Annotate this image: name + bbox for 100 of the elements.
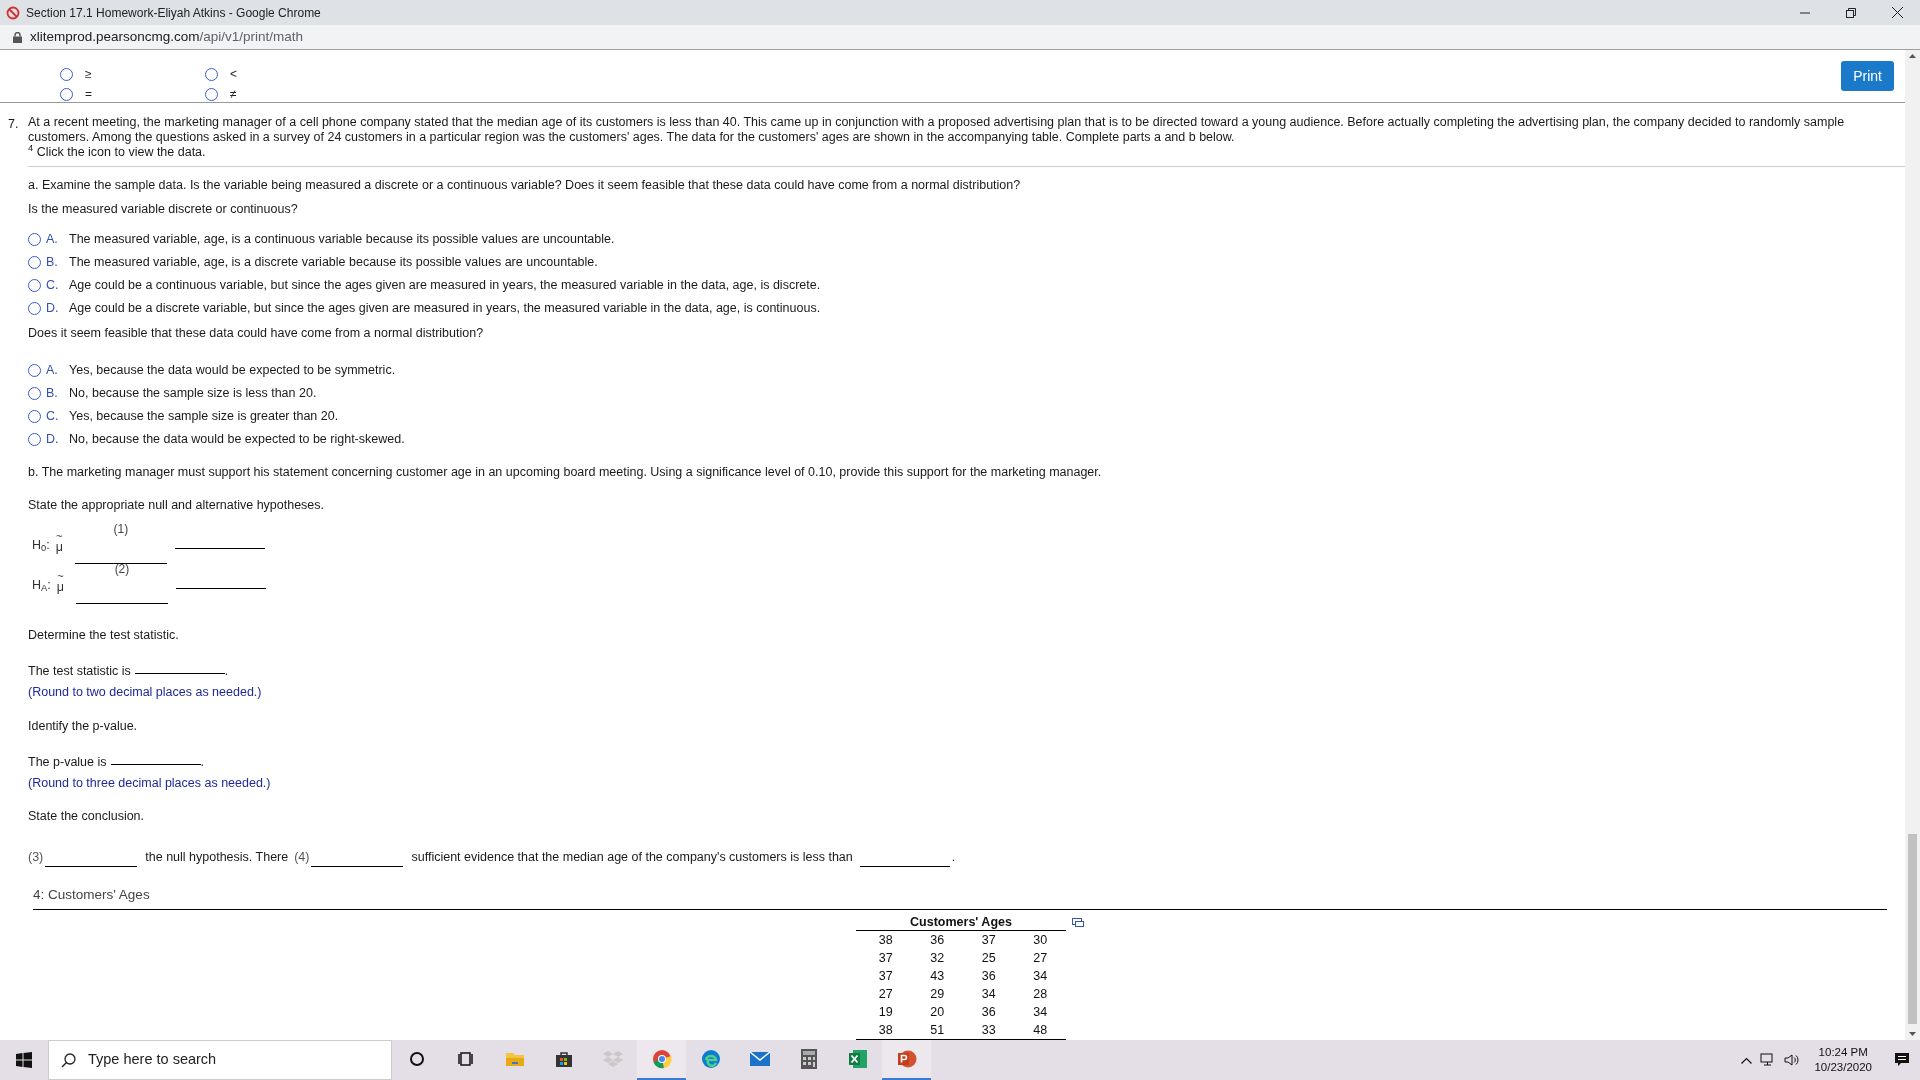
window-title: Section 17.1 Homework-Eliyah Atkins - Google Chrome [26,4,321,22]
table-cell-text: 34 [1032,1004,1049,1021]
address-bar[interactable]: xlitemprod.pearsoncmg.com/api/v1/print/math [0,25,1920,50]
chevron-up-icon[interactable] [1741,1056,1753,1064]
presentation-app-icon[interactable] [896,1049,917,1069]
relation-symbol: ≠ [230,86,237,103]
task-view-icon[interactable] [457,1051,474,1067]
radio-button[interactable] [28,387,41,401]
blank-number: (2) [114,561,130,579]
folder-icon[interactable] [504,1050,525,1068]
print-button[interactable]: Print [1841,61,1894,91]
radio-button[interactable] [205,67,218,81]
blank-number: (1) [113,521,129,539]
search-icon [61,1052,76,1068]
relation-symbol: < [230,66,237,83]
table-cell-text: 20 [929,1004,946,1021]
part-b-prompt: b. The marketing manager must support his statement concerning customer age in an upcoming board meeting. Using a significance level of 0.10, provide this support for the marketing manager. [28,463,1103,481]
close-icon [1891,7,1903,18]
option-letter: A. [46,362,59,380]
scrollbar[interactable] [1905,50,1920,1040]
blocked-icon [6,5,20,20]
table-cell-text: 28 [1032,986,1049,1003]
radio-button[interactable] [28,232,41,246]
answer-lead-text: The p-value is [28,753,107,771]
option-letter: B. [46,253,59,271]
hypothesis-label: H$_{0}$: [32,536,50,555]
option-text: Age could be a continuous variable, but since the ages given are measured in years, the measured variable in the data, age, is discrete. [69,276,821,294]
browser-icon[interactable] [700,1049,721,1069]
conclusion-text: the null hypothesis. There [145,849,289,866]
radio-button[interactable] [60,87,73,101]
period-text: . [200,753,204,771]
data-panel-title: 4: Customers' Ages [33,884,1887,910]
restore-icon [1846,7,1856,18]
table-cell-text: 33 [980,1022,997,1039]
section-heading: Determine the test statistic. [28,627,180,645]
table-cell-text: 19 [877,1004,894,1021]
scrollbar-thumb[interactable] [1908,834,1917,1024]
table-cell-text: 34 [1032,968,1049,985]
section-heading: State the conclusion. [28,808,146,826]
shopping-bag-icon[interactable] [554,1050,573,1068]
period-text: . [951,849,956,866]
radio-button[interactable] [28,301,41,315]
radio-button[interactable] [205,87,218,101]
table-cell-text: 37 [980,932,997,949]
notification-icon[interactable] [1894,1052,1910,1068]
median-symbol: μ [55,541,63,555]
envelope-icon[interactable] [748,1051,771,1067]
table-cell-text: 38 [877,1022,894,1039]
option-text: No, because the data would be expected to be right-skewed. [69,431,405,449]
table-cell-text: 30 [1032,932,1049,949]
radio-button[interactable] [60,67,73,81]
table-cell-text: 37 [877,950,894,967]
url-text: xlitemprod.pearsoncmg.com/api/v1/print/math [30,27,304,46]
table-title: Customers' Ages [856,914,1066,931]
table-cell-text: 36 [980,968,997,985]
spreadsheet-app-icon[interactable] [847,1049,868,1069]
radio-button[interactable] [28,278,41,292]
scroll-down-icon[interactable] [1909,1032,1916,1036]
taskbar-search-field[interactable]: Type here to search [48,1040,392,1080]
browser-icon[interactable] [651,1049,672,1069]
option-letter: A. [46,230,59,248]
radio-button[interactable] [28,364,41,378]
table-cell-text: 29 [929,986,946,1003]
table-cell-text: 25 [980,950,997,967]
data-note-link[interactable]: $^{4}$ Click the icon to view the data. [28,144,206,160]
question-prompt: Is the measured variable discrete or continuous? [28,201,299,219]
table-cell-text: 36 [980,1004,997,1021]
scroll-up-icon[interactable] [1909,54,1916,58]
radio-button[interactable] [28,410,41,424]
option-text: Yes, because the sample size is greater than 20. [69,408,339,426]
speaker-icon[interactable] [1784,1053,1801,1067]
circle-icon[interactable] [408,1051,425,1067]
radio-button[interactable] [28,433,41,447]
relation-symbol: = [85,86,92,103]
tilde-symbol: ~ [57,572,64,582]
calculator-icon[interactable] [800,1049,817,1069]
median-symbol: μ [56,581,64,595]
option-text: The measured variable, age, is a continuous variable because its possible values are uncountable. [69,230,615,248]
option-letter: C. [46,408,60,426]
tilde-symbol: ~ [56,532,63,542]
conclusion-text: sufficient evidence that the median age of the company's customers is less than [411,849,853,866]
expand-icon[interactable] [1072,918,1084,927]
blank-number: (4) [294,849,310,866]
option-letter: C. [46,276,60,294]
radio-button[interactable] [28,255,41,269]
section-heading: Identify the p-value. [28,717,139,735]
table-cell-text: 27 [1032,950,1049,967]
table-cell-text: 37 [877,968,894,985]
windows-logo-icon [16,1052,32,1068]
option-text: No, because the sample size is less than 20. [69,385,317,403]
blank-number: (3) [28,849,44,866]
rounding-hint: (Round to two decimal places as needed.) [28,684,263,701]
hypothesis-label: H$_{A}$: [32,576,51,595]
table-cell-text: 36 [929,932,946,949]
hypotheses-prompt: State the appropriate null and alternative hypotheses. [28,496,326,514]
question-number: 7. [8,115,20,133]
period-text: . [224,663,229,681]
option-text: Age could be a discrete variable, but since the ages given are measured in years, the measured variable in the data, age, is continuous. [69,299,821,317]
clock[interactable]: 10:24 PM 10/23/2020 [1808,1045,1878,1075]
table-cell-text: 32 [929,950,946,967]
